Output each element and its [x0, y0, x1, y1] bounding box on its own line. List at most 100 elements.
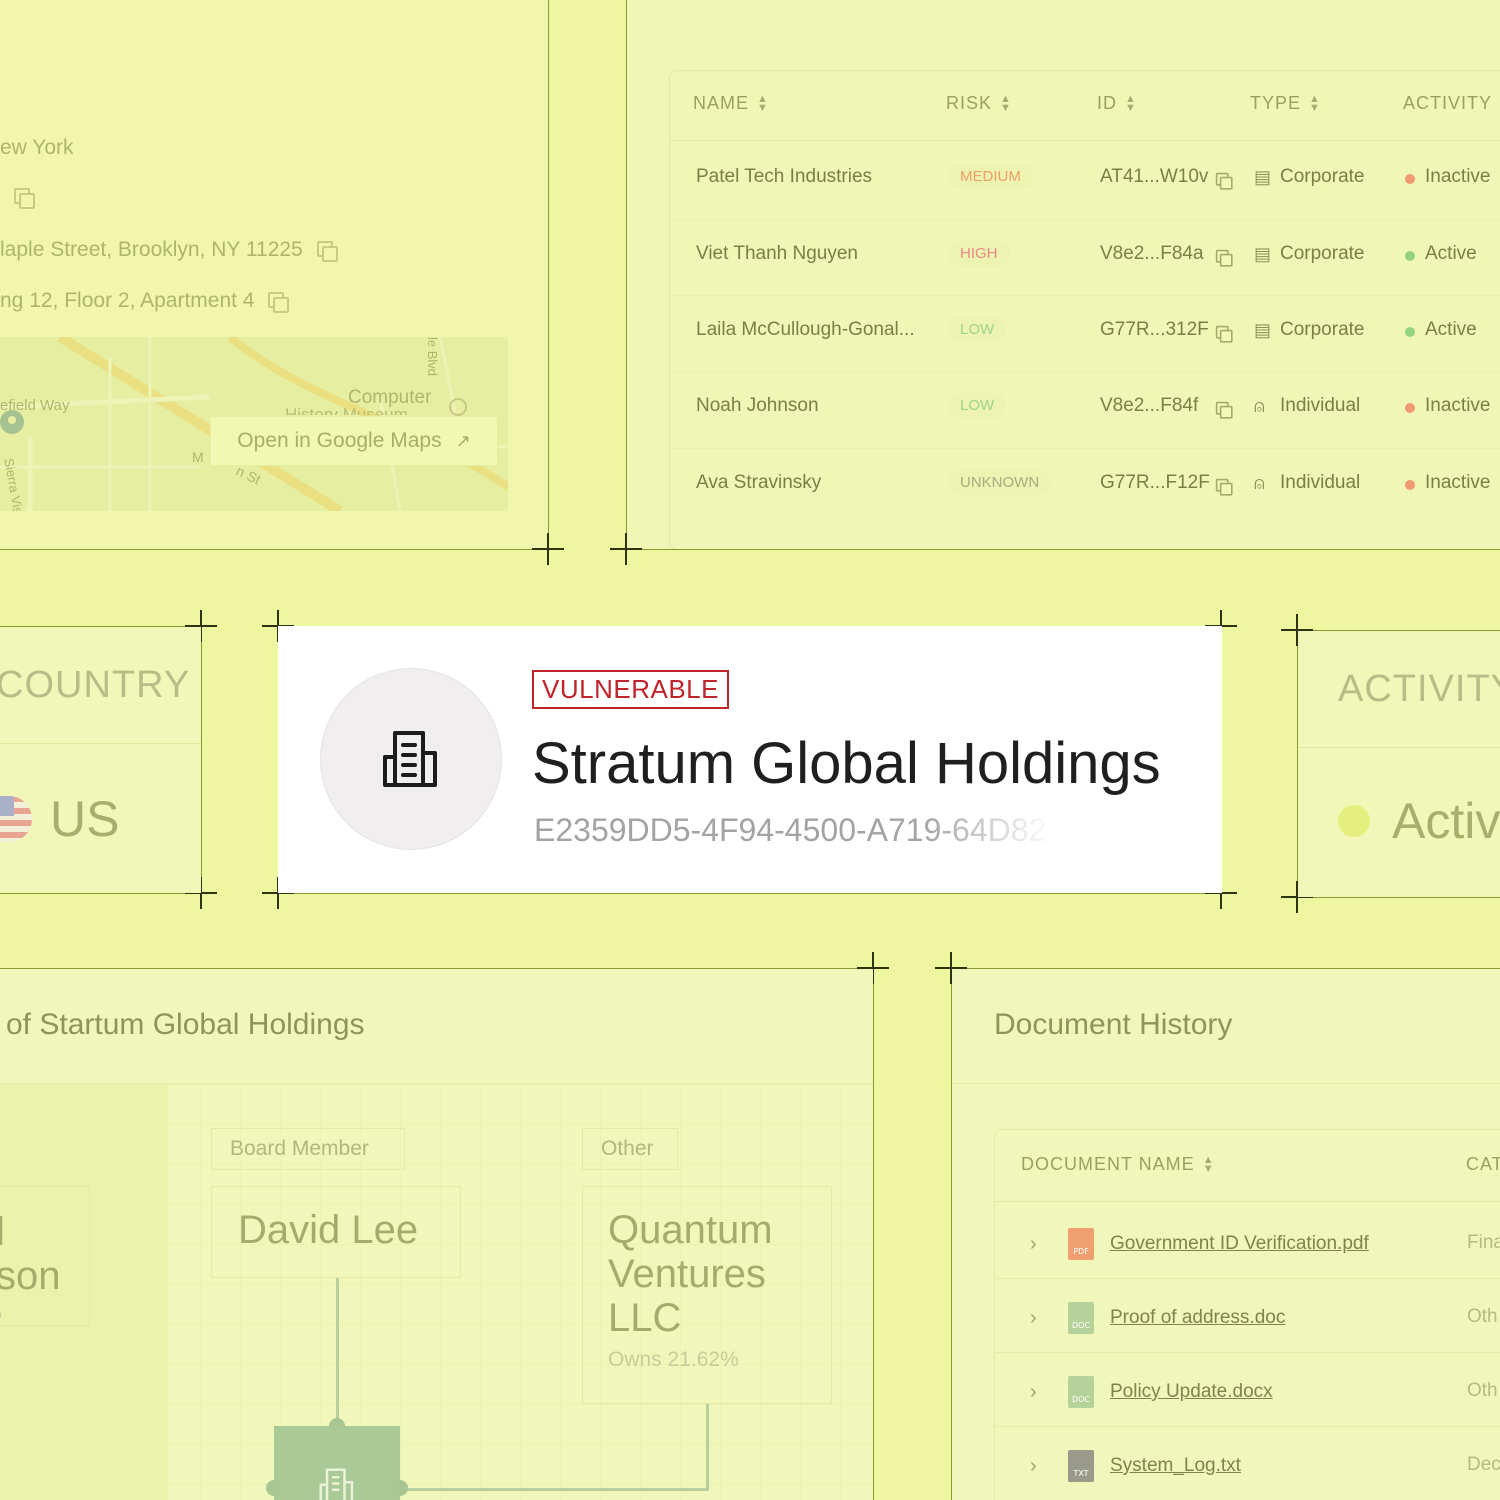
sort-icon: ▲ ▼ [1000, 93, 1012, 115]
activity-status-cell: Inactive [1425, 395, 1491, 416]
entity-type-cell: Corporate [1280, 243, 1365, 264]
role-tag-other: Other [582, 1128, 678, 1170]
column-header-name[interactable]: NAME ▲ ▼ [693, 93, 768, 114]
document-row[interactable]: › DOC Policy Update.docx [1030, 1376, 1273, 1408]
address-street: laple Street, Brooklyn, NY 11225 [0, 238, 338, 262]
status-dot [1405, 327, 1415, 337]
risk-badge: HIGH [948, 241, 1010, 266]
entity-id-cell: G77R...312F [1100, 319, 1209, 340]
map-button-label: Open in Google Maps [237, 429, 442, 452]
building-icon [319, 1468, 354, 1500]
owner-share: o [0, 1306, 2, 1322]
column-header-type[interactable]: TYPE ▲ ▼ [1250, 93, 1320, 114]
document-row[interactable]: › PDF Government ID Verification.pdf [1030, 1228, 1369, 1260]
crosshair-mark [532, 533, 564, 565]
entity-name-cell[interactable]: Patel Tech Industries [696, 166, 872, 188]
entity-node[interactable] [274, 1426, 400, 1500]
entity-type-cell: Corporate [1280, 319, 1365, 340]
owner-name: Quantum Ventures LLC [608, 1208, 773, 1340]
entity-header-card: VULNERABLE Stratum Global Holdings E2359… [278, 626, 1222, 893]
connector-dot [392, 1480, 408, 1496]
building-icon: ▤ [1254, 320, 1272, 340]
entity-name-cell[interactable]: Noah Johnson [696, 395, 819, 417]
activity-label: ACTIVITY [1338, 668, 1500, 710]
entity-id-cell: V8e2...F84f [1100, 395, 1199, 416]
file-icon: DOC [1068, 1376, 1094, 1408]
entity-name-cell[interactable]: Laila McCullough-Gonal... [696, 319, 915, 341]
connector-line [336, 1278, 339, 1428]
chevron-right-icon[interactable]: › [1030, 1307, 1068, 1330]
risk-badge: MEDIUM [948, 164, 1033, 189]
building-icon [383, 731, 437, 787]
document-link[interactable]: System_Log.txt [1110, 1455, 1241, 1477]
row-divider [994, 1352, 1500, 1353]
table-header-divider [669, 140, 1500, 141]
copy-icon[interactable] [14, 188, 35, 209]
document-row[interactable]: › DOC Proof of address.doc [1030, 1302, 1285, 1334]
entity-type-cell: Corporate [1280, 166, 1365, 187]
address-unit: ng 12, Floor 2, Apartment 4 [0, 289, 290, 313]
entity-type-cell: Individual [1280, 472, 1361, 493]
external-link-icon: ↗ [455, 430, 471, 451]
document-link[interactable]: Policy Update.docx [1110, 1381, 1273, 1403]
activity-status-cell: Inactive [1425, 166, 1491, 187]
row-divider [994, 1278, 1500, 1279]
chevron-right-icon[interactable]: › [1030, 1455, 1068, 1478]
entity-name-cell[interactable]: Ava Stravinsky [696, 472, 821, 494]
sort-icon: ▲ ▼ [1202, 1154, 1215, 1176]
document-row[interactable]: › TXT System_Log.txt [1030, 1450, 1241, 1482]
country-card-divider [0, 743, 201, 744]
activity-status-cell: Active [1425, 243, 1477, 264]
file-extension: DOC [1071, 1321, 1091, 1330]
copy-icon[interactable] [316, 241, 338, 262]
column-header-category[interactable]: CAT [1466, 1154, 1500, 1175]
column-header-document-name[interactable]: DOCUMENT NAME ▲ ▼ [1021, 1154, 1215, 1176]
status-dot [1405, 403, 1415, 413]
chevron-right-icon[interactable]: › [1030, 1233, 1068, 1256]
file-icon: TXT [1068, 1450, 1094, 1482]
document-link[interactable]: Government ID Verification.pdf [1110, 1233, 1369, 1255]
open-google-maps-button[interactable]: Open in Google Maps ↗ [210, 416, 498, 466]
divider [1297, 897, 1500, 898]
column-header-risk[interactable]: RISK ▲ ▼ [946, 93, 1012, 115]
activity-card-divider [1298, 747, 1500, 748]
country-value: US [50, 791, 120, 847]
divider [0, 893, 202, 894]
document-category: Oth [1467, 1380, 1498, 1401]
connector-line [706, 1404, 709, 1490]
map-label: le Blvd [425, 337, 440, 377]
file-extension: DOC [1071, 1395, 1091, 1404]
document-category: Fina [1467, 1232, 1500, 1253]
copy-icon[interactable] [1215, 172, 1233, 190]
copy-icon[interactable] [268, 292, 290, 313]
column-header-id[interactable]: ID ▲ ▼ [1097, 93, 1136, 114]
chevron-right-icon[interactable]: › [1030, 1381, 1068, 1404]
entity-id: E2359DD5-4F94-4500-A719-64D82 [534, 812, 1047, 848]
map-label: M [192, 449, 204, 465]
entity-name-cell[interactable]: Viet Thanh Nguyen [696, 243, 858, 265]
address-city: ew York [0, 136, 74, 159]
document-table-header-divider [994, 1201, 1500, 1202]
building-icon: ▤ [1254, 244, 1272, 264]
document-history-title: Document History [994, 1008, 1233, 1041]
divider [626, 549, 1500, 550]
activity-status-cell: Inactive [1425, 472, 1491, 493]
connector-line [398, 1488, 709, 1491]
person-icon: ⍝ [1254, 473, 1265, 493]
role-tag-board-member: Board Member [211, 1128, 405, 1170]
entity-type-cell: Individual [1280, 395, 1361, 416]
file-icon: PDF [1068, 1228, 1094, 1260]
document-category: Oth [1467, 1306, 1498, 1327]
copy-icon[interactable] [1215, 478, 1233, 496]
copy-icon[interactable] [1215, 249, 1233, 267]
copy-icon[interactable] [1215, 401, 1233, 419]
column-header-activity[interactable]: ACTIVITY [1403, 93, 1492, 114]
copy-icon[interactable] [1215, 325, 1233, 343]
map-label: efield Way [0, 397, 70, 414]
owner-name: l son [0, 1210, 61, 1298]
document-link[interactable]: Proof of address.doc [1110, 1307, 1285, 1329]
divider [626, 0, 627, 549]
file-extension: PDF [1073, 1247, 1089, 1256]
entity-id-cell: AT41...W10v [1100, 166, 1209, 187]
divider [548, 0, 549, 549]
